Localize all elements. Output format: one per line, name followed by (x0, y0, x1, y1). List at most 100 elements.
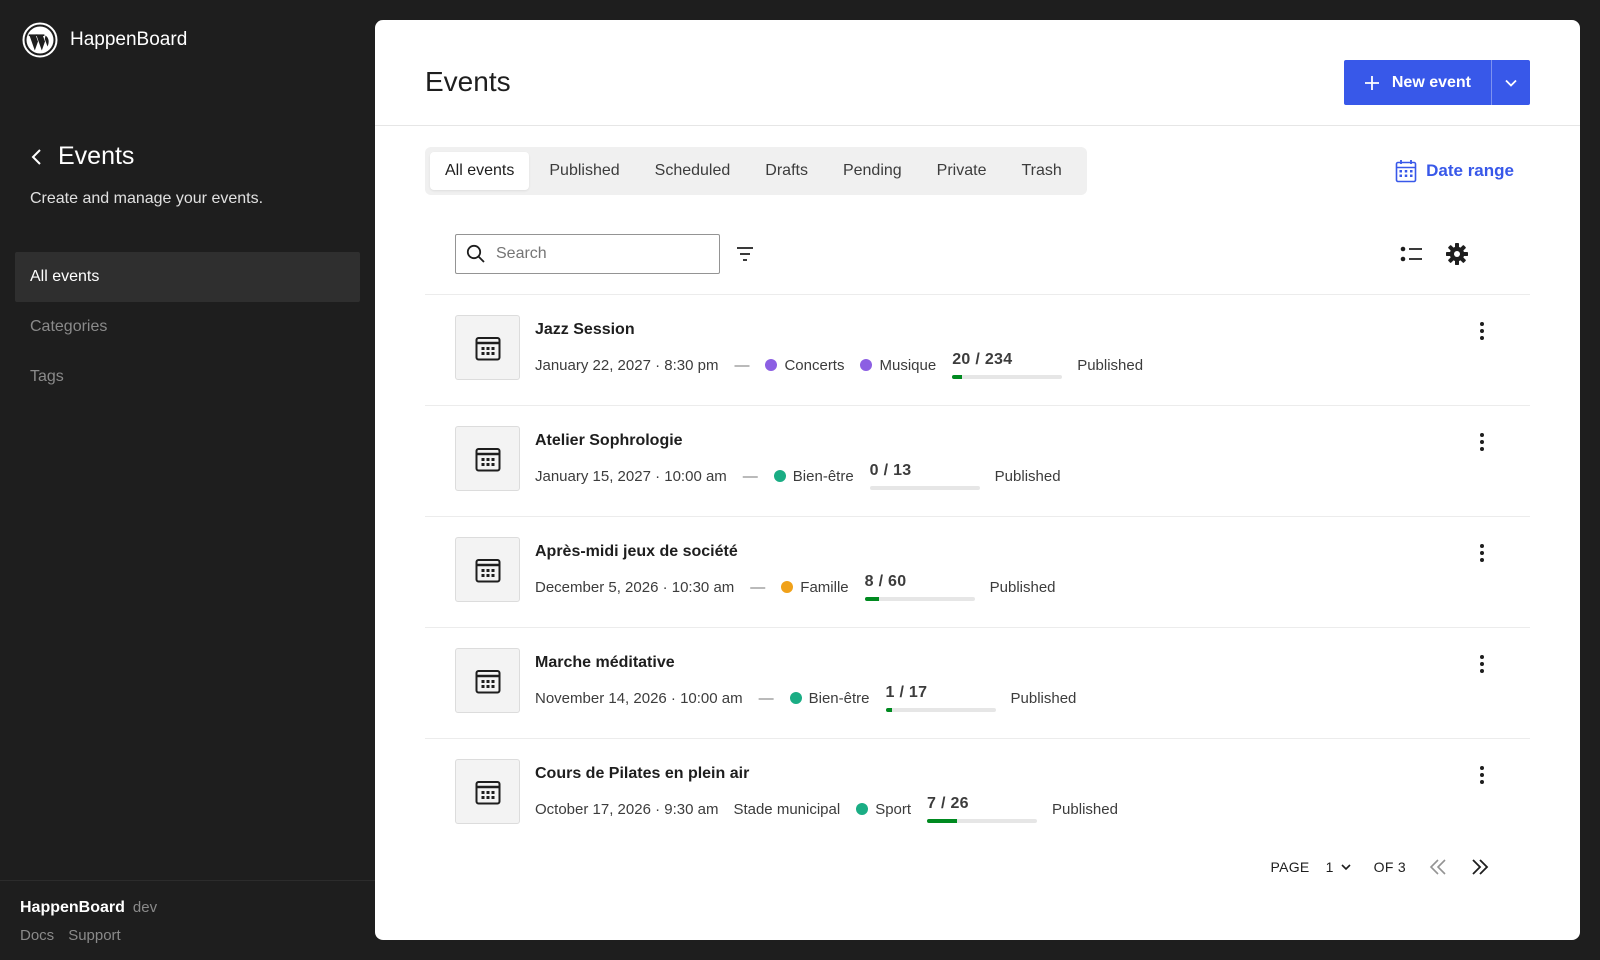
more-actions-icon[interactable] (1472, 319, 1492, 343)
status-label: Published (1010, 689, 1077, 707)
capacity-fill (864, 597, 880, 601)
event-title[interactable]: Après-midi jeux de société (535, 543, 738, 561)
table-row[interactable]: Après-midi jeux de société December 5, 20… (425, 517, 1530, 628)
event-thumbnail[interactable] (455, 315, 520, 380)
tab-trash[interactable]: Trash (1006, 152, 1076, 190)
event-date: October 17, 2026 · 9:30 am (535, 800, 719, 818)
footer-links: Docs Support (20, 927, 121, 944)
sidebar-title: Events (58, 142, 135, 170)
sidebar-item-categories[interactable]: Categories (15, 302, 360, 352)
tab-published[interactable]: Published (534, 152, 634, 190)
category-label: Musique (879, 356, 937, 374)
capacity-bar (927, 819, 1038, 823)
sidebar-item-all-events[interactable]: All events (15, 252, 360, 302)
table-row[interactable]: Cours de Pilates en plein air October 17,… (425, 739, 1530, 834)
gear-icon[interactable] (1445, 242, 1469, 266)
sidebar-nav: All events Categories Tags (15, 252, 360, 402)
support-link[interactable]: Support (68, 927, 121, 944)
capacity-bar (885, 708, 996, 712)
capacity: 20 / 234 (952, 345, 1063, 385)
more-actions-icon[interactable] (1472, 652, 1492, 676)
event-thumbnail[interactable] (455, 648, 520, 713)
event-meta: November 14, 2026 · 10:00 am — Bien-être 1 … (535, 678, 1076, 718)
status-label: Published (994, 467, 1061, 485)
tab-all-events[interactable]: All events (430, 152, 530, 190)
chevrons-left-icon (1429, 859, 1446, 875)
calendar-icon (475, 336, 500, 360)
brand[interactable]: HappenBoard (22, 22, 187, 58)
chevron-left-icon[interactable] (30, 147, 44, 167)
event-date: December 5, 2026 · 10:30 am (535, 578, 735, 596)
chevron-down-icon (1341, 864, 1351, 871)
category-tag: Concerts (765, 357, 844, 374)
event-meta: January 22, 2027 · 8:30 pm — Concerts Musiq… (535, 345, 1143, 385)
capacity-count: 1 / 17 (885, 684, 928, 701)
chevrons-right-icon (1472, 859, 1489, 875)
category-dot (781, 581, 794, 593)
tab-pending[interactable]: Pending (828, 152, 917, 190)
new-event-button[interactable]: New event (1344, 60, 1492, 105)
category-tag: Sport (856, 801, 911, 818)
event-meta: December 5, 2026 · 10:30 am — Famille 8 / 6… (535, 567, 1056, 607)
event-thumbnail[interactable] (455, 426, 520, 491)
meta-separator: — (742, 467, 758, 485)
pagination: PAGE 1 OF 3 (1271, 858, 1491, 876)
capacity-bar (869, 486, 980, 490)
sidebar-item-tags[interactable]: Tags (15, 352, 360, 402)
status-label: Published (1052, 800, 1118, 818)
category-dot (773, 470, 786, 482)
event-title[interactable]: Jazz Session (535, 321, 635, 339)
sidebar-footer: HappenBoard dev Docs Support (0, 880, 375, 960)
capacity-fill (927, 819, 957, 823)
footer-brand-name: HappenBoard (20, 899, 125, 916)
filter-icon[interactable] (735, 244, 755, 264)
capacity: 1 / 17 (885, 678, 996, 718)
calendar-icon (475, 669, 500, 693)
event-thumbnail[interactable] (455, 759, 520, 824)
previous-page-button[interactable] (1428, 858, 1448, 876)
docs-link[interactable]: Docs (20, 927, 54, 944)
category-label: Bien-être (792, 467, 854, 485)
more-actions-icon[interactable] (1472, 541, 1492, 565)
capacity: 0 / 13 (869, 456, 980, 496)
next-page-button[interactable] (1470, 858, 1490, 876)
table-row[interactable]: Jazz Session January 22, 2027 · 8:30 pm — C… (425, 295, 1530, 406)
category-dot (860, 359, 873, 371)
more-actions-icon[interactable] (1472, 430, 1492, 454)
category-dot (789, 692, 802, 704)
new-event-dropdown-toggle[interactable] (1492, 60, 1530, 105)
event-title[interactable]: Atelier Sophrologie (535, 432, 683, 450)
capacity-count: 20 / 234 (952, 351, 1013, 368)
date-range-button[interactable]: Date range (1395, 159, 1514, 183)
event-title[interactable]: Cours de Pilates en plein air (535, 765, 749, 783)
new-event-split-button: New event (1343, 60, 1530, 105)
chevron-down-icon (1505, 79, 1517, 87)
capacity-fill (952, 375, 962, 379)
event-title[interactable]: Marche méditative (535, 654, 675, 672)
page-select[interactable]: 1 (1326, 859, 1352, 875)
event-venue: Stade municipal (733, 800, 841, 818)
category-tag: Bien-être (789, 690, 870, 707)
calendar-icon (475, 447, 500, 471)
list-view-icon[interactable] (1400, 244, 1424, 264)
tab-drafts[interactable]: Drafts (750, 152, 823, 190)
event-date: January 15, 2027 · 10:00 am (535, 467, 727, 485)
calendar-icon (1395, 160, 1417, 183)
brand-name: HappenBoard (70, 29, 188, 50)
category-dot (856, 803, 869, 815)
event-date: January 22, 2027 · 8:30 pm (535, 356, 719, 374)
tab-private[interactable]: Private (922, 152, 1002, 190)
tab-scheduled[interactable]: Scheduled (640, 152, 746, 190)
calendar-icon (475, 558, 500, 582)
more-actions-icon[interactable] (1472, 763, 1492, 787)
meta-separator: — (750, 578, 766, 596)
list-toolbar (455, 234, 1500, 274)
search-input[interactable] (496, 245, 696, 263)
event-thumbnail[interactable] (455, 537, 520, 602)
category-dot (765, 359, 778, 371)
capacity-count: 8 / 60 (864, 573, 907, 590)
table-row[interactable]: Marche méditative November 14, 2026 · 10:… (425, 628, 1530, 739)
status-label: Published (989, 578, 1056, 596)
table-row[interactable]: Atelier Sophrologie January 15, 2027 · 10… (425, 406, 1530, 517)
footer-brand: HappenBoard dev (20, 899, 157, 917)
